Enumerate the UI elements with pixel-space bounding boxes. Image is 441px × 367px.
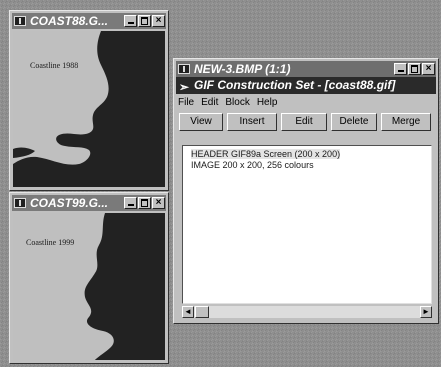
coast99-titlebar[interactable]: COAST99.G... × — [12, 195, 166, 211]
scroll-thumb[interactable] — [195, 306, 209, 318]
coast88-window[interactable]: COAST88.G... × Coastline 1988 — [9, 10, 169, 191]
insert-button[interactable]: Insert — [227, 113, 277, 131]
coast99-window[interactable]: COAST99.G... × Coastline 1999 — [9, 192, 169, 364]
coastline-1999-label: Coastline 1999 — [26, 238, 75, 247]
view-button[interactable]: View — [179, 113, 223, 131]
maximize-button[interactable] — [138, 197, 151, 209]
coast88-title: COAST88.G... — [30, 14, 109, 28]
bmp-title: NEW-3.BMP (1:1) — [194, 62, 291, 76]
coast99-image: Coastline 1999 — [13, 213, 165, 360]
list-item-header[interactable]: HEADER GIF89a Screen (200 x 200) — [191, 149, 341, 159]
block-list[interactable]: HEADER GIF89a Screen (200 x 200) IMAGE 2… — [182, 145, 432, 304]
app-titlebar[interactable]: ➣ GIF Construction Set - [coast88.gif] — [176, 77, 436, 94]
horizontal-scrollbar[interactable]: ◄ ► — [182, 306, 432, 318]
menu-file[interactable]: File — [178, 97, 194, 108]
coastline-1988-label: Coastline 1988 — [30, 61, 79, 70]
merge-button[interactable]: Merge — [381, 113, 431, 131]
close-button[interactable]: × — [152, 197, 165, 209]
gif-construction-set-icon[interactable]: ➣ — [179, 79, 189, 94]
list-item-image[interactable]: IMAGE 200 x 200, 256 colours — [191, 160, 314, 170]
coast99-title: COAST99.G... — [30, 196, 109, 210]
close-button[interactable]: × — [422, 63, 435, 75]
window-system-icon[interactable] — [14, 198, 26, 208]
menu-block[interactable]: Block — [225, 97, 249, 108]
maximize-button[interactable] — [138, 15, 151, 27]
coast88-image: Coastline 1988 — [13, 31, 165, 187]
menu-edit[interactable]: Edit — [201, 97, 218, 108]
toolbar: View Insert Edit Delete Merge — [177, 113, 435, 131]
bmp-titlebar[interactable]: NEW-3.BMP (1:1) × — [176, 61, 436, 77]
window-system-icon[interactable] — [14, 16, 26, 26]
close-button[interactable]: × — [152, 15, 165, 27]
app-title: GIF Construction Set - [coast88.gif] — [194, 78, 396, 92]
gif-construction-window[interactable]: NEW-3.BMP (1:1) × ➣ GIF Construction Set… — [173, 58, 439, 324]
delete-button[interactable]: Delete — [331, 113, 377, 131]
minimize-button[interactable] — [124, 197, 137, 209]
window-system-icon[interactable] — [178, 64, 190, 74]
maximize-button[interactable] — [408, 63, 421, 75]
minimize-button[interactable] — [124, 15, 137, 27]
menu-help[interactable]: Help — [257, 97, 278, 108]
coastline-1999-map — [84, 213, 165, 360]
edit-button[interactable]: Edit — [281, 113, 327, 131]
scroll-right-icon[interactable]: ► — [420, 306, 432, 318]
coast88-titlebar[interactable]: COAST88.G... × — [12, 13, 166, 29]
minimize-button[interactable] — [394, 63, 407, 75]
scroll-left-icon[interactable]: ◄ — [182, 306, 194, 318]
coastline-1988-map — [13, 31, 165, 187]
menu-bar: File Edit Block Help — [178, 96, 284, 110]
